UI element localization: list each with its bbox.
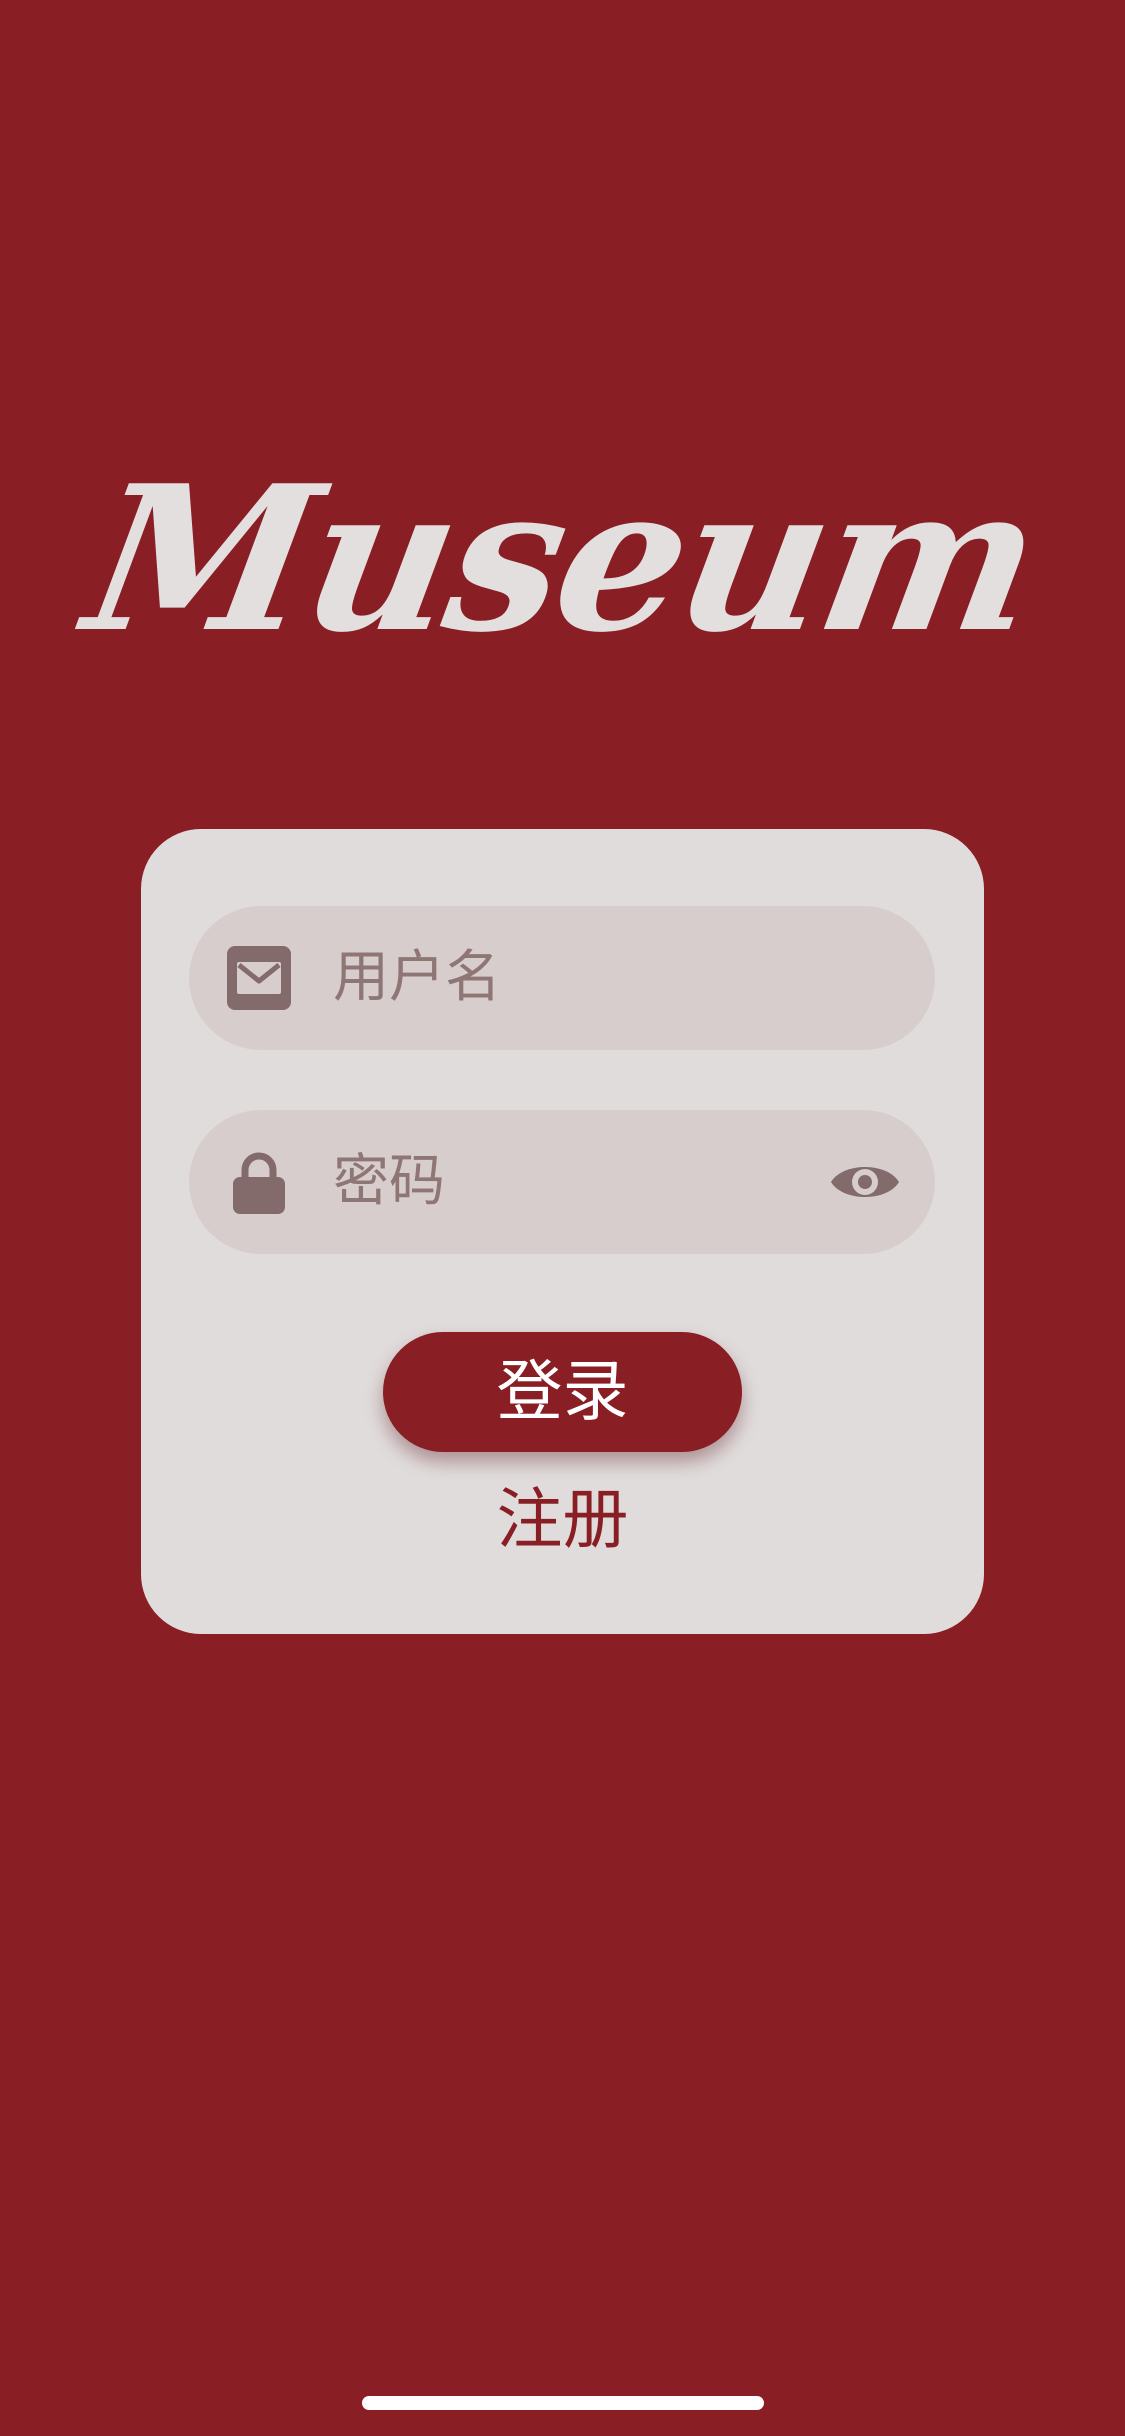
eye-icon[interactable] <box>829 1150 901 1214</box>
login-button[interactable]: 登录 <box>383 1332 742 1452</box>
username-field[interactable]: 用户名 <box>189 906 935 1050</box>
envelope-icon <box>227 946 291 1010</box>
register-link[interactable]: 注册 <box>141 1470 984 1570</box>
home-indicator[interactable] <box>362 2396 764 2410</box>
password-field[interactable]: 密码 <box>189 1110 935 1254</box>
password-placeholder: 密码 <box>333 1149 445 1214</box>
username-placeholder: 用户名 <box>333 945 501 1010</box>
app-logo: Museum <box>72 442 1054 677</box>
lock-icon <box>233 1152 285 1214</box>
login-card: 用户名 密码 登录 注册 <box>141 829 984 1634</box>
